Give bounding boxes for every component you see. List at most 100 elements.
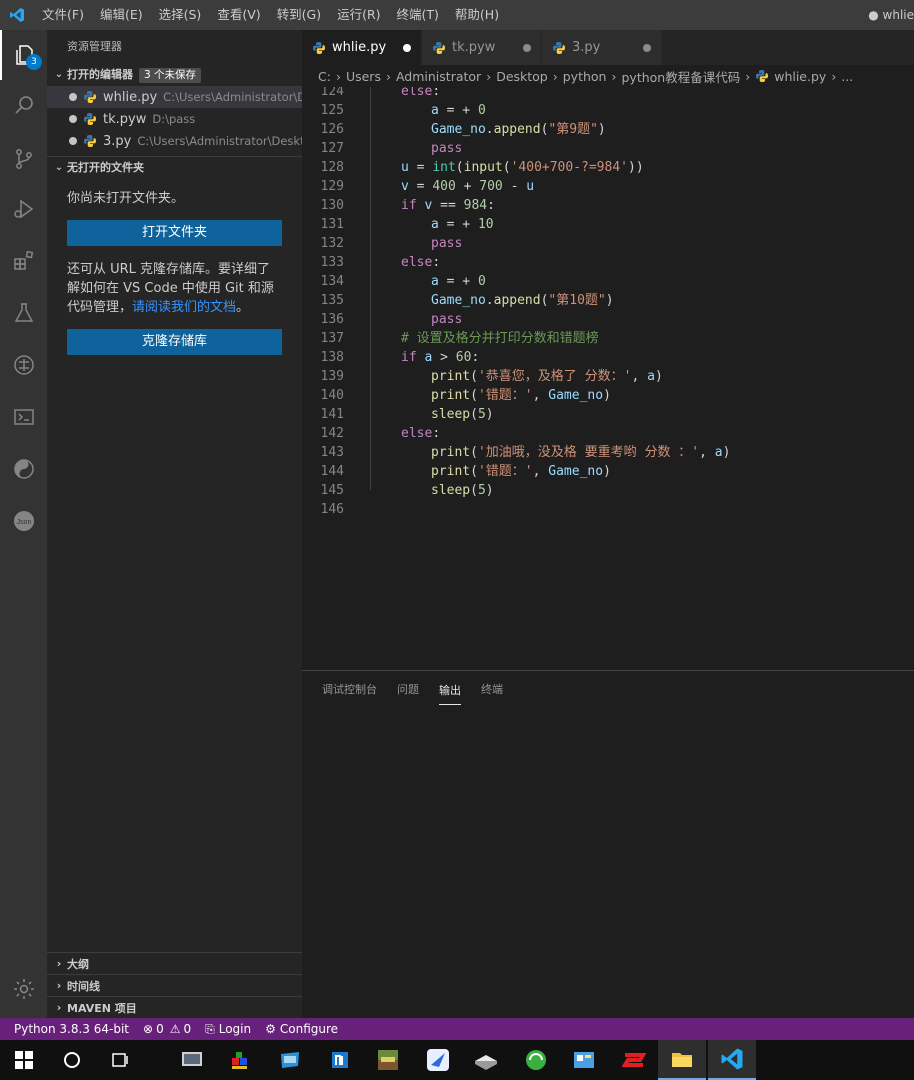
app-control-panel-icon[interactable] (560, 1040, 608, 1080)
python-interpreter[interactable]: Python 3.8.3 64-bit (14, 1022, 129, 1036)
breadcrumb-item[interactable]: ... (841, 69, 853, 84)
code-text: print('加油哦，没及格 要重考哟 分数 ：', a) (431, 445, 731, 460)
code-text: pass (431, 312, 463, 327)
windows-start-icon[interactable] (0, 1040, 48, 1080)
run-debug-icon[interactable] (0, 184, 47, 234)
unsaved-dot-icon[interactable] (69, 137, 77, 145)
code-line: 125 a = + 0 (302, 101, 914, 120)
testing-icon[interactable] (0, 288, 47, 338)
clone-repository-button[interactable]: 克隆存储库 (67, 329, 282, 355)
menu-item[interactable]: 文件(F) (34, 0, 92, 30)
tab-label: tk.pyw (452, 40, 496, 55)
minecraft-icon[interactable] (364, 1040, 412, 1080)
line-number: 137 (320, 331, 344, 346)
panel-tab[interactable]: 调试控制台 (322, 671, 377, 706)
app-red-s-icon[interactable] (610, 1040, 658, 1080)
tab-3-py[interactable]: 3.py (542, 30, 662, 65)
menu-item[interactable]: 帮助(H) (447, 0, 507, 30)
chevron-right-icon: › (745, 68, 751, 84)
no-folder-header[interactable]: ⌄ 无打开的文件夹 (47, 157, 302, 179)
unsaved-dot-icon[interactable] (69, 93, 77, 101)
unsaved-dot-icon[interactable] (69, 115, 77, 123)
search-circle-icon[interactable] (48, 1040, 96, 1080)
code-line: 143 print('加油哦，没及格 要重考哟 分数 ：', a) (302, 443, 914, 462)
menu-item[interactable]: 查看(V) (209, 0, 268, 30)
breadcrumb-item[interactable]: python教程备课代码 (621, 67, 740, 86)
app-green-circle-icon[interactable] (512, 1040, 560, 1080)
python-file-icon (552, 41, 566, 55)
configure-item[interactable]: ⚙ Configure (265, 1022, 338, 1036)
read-docs-link[interactable]: 请阅读我们的文档 (132, 300, 236, 315)
timeline-section[interactable]: › 时间线 (47, 974, 302, 996)
source-control-icon[interactable] (0, 134, 47, 184)
remote-icon[interactable] (0, 340, 47, 390)
chevron-right-icon: › (486, 68, 492, 84)
login-item[interactable]: ⎘ Login (205, 1022, 251, 1037)
code-line: 136 pass (302, 310, 914, 329)
vscode-taskbar-icon[interactable] (708, 1040, 756, 1080)
chevron-down-icon: ⌄ (54, 162, 64, 173)
open-editor-item[interactable]: 3.py C:\Users\Administrator\Deskto... (47, 130, 302, 152)
unsaved-badge: 3 个未保存 (139, 67, 202, 83)
open-editor-item[interactable]: whlie.py C:\Users\Administrator\De... (47, 86, 302, 108)
breadcrumb-item[interactable]: C: (318, 69, 331, 84)
app-monitor-icon[interactable] (168, 1040, 216, 1080)
panel-tab[interactable]: 问题 (397, 671, 419, 706)
outline-section[interactable]: › 大纲 (47, 952, 302, 974)
code-text: v = 400 + 700 - u (401, 179, 535, 194)
menu-item[interactable]: 终端(T) (389, 0, 447, 30)
file-explorer-icon[interactable] (658, 1040, 706, 1080)
app-book-icon[interactable] (462, 1040, 510, 1080)
terminal-icon[interactable] (0, 392, 47, 442)
app-n-icon[interactable] (316, 1040, 364, 1080)
python-file-icon (83, 112, 97, 126)
tab-tk-pyw[interactable]: tk.pyw (422, 30, 542, 65)
chevron-right-icon: › (335, 68, 341, 84)
menu-item[interactable]: 编辑(E) (92, 0, 151, 30)
menu-item[interactable]: 运行(R) (329, 0, 388, 30)
json-icon[interactable]: Json (0, 496, 47, 546)
breadcrumb-item[interactable]: Desktop (496, 69, 548, 84)
breadcrumb-item[interactable]: Administrator (396, 69, 481, 84)
status-bar: Python 3.8.3 64-bit ⊗ 0 ⚠ 0 ⎘ Login ⚙ Config… (0, 1018, 914, 1040)
tab-whlie-py[interactable]: whlie.py (302, 30, 422, 65)
chevron-right-icon: › (611, 68, 617, 84)
code-line: 126 Game_no.append("第9题") (302, 120, 914, 139)
unsaved-dot-icon[interactable] (403, 44, 411, 52)
open-editor-item[interactable]: tk.pyw D:\pass (47, 108, 302, 130)
explorer-icon[interactable]: 3 (0, 30, 47, 80)
app-feather-icon[interactable] (414, 1040, 462, 1080)
open-editors-header[interactable]: ⌄ 打开的编辑器 3 个未保存 (47, 64, 302, 86)
code-text: else: (401, 255, 441, 270)
window-title: ● whlie (868, 8, 914, 22)
settings-gear-icon[interactable] (0, 964, 47, 1014)
code-text: a = + 0 (431, 274, 486, 289)
line-number: 136 (320, 312, 344, 327)
app-window-icon[interactable] (266, 1040, 314, 1080)
yin-yang-icon[interactable] (0, 444, 47, 494)
unsaved-dot-icon[interactable] (643, 44, 651, 52)
code-editor[interactable]: 124 else: 125 a = + 0 126 Game_no.append("第9题… (302, 87, 914, 670)
app-blocks-icon[interactable] (216, 1040, 264, 1080)
chevron-right-icon: › (552, 68, 558, 84)
menu-item[interactable]: 转到(G) (269, 0, 329, 30)
panel-tab[interactable]: 输出 (439, 672, 461, 705)
task-view-icon[interactable] (96, 1040, 144, 1080)
code-line: 135 Game_no.append("第10题") (302, 291, 914, 310)
warning-icon: ⚠ (169, 1022, 181, 1036)
unsaved-dot-icon[interactable] (523, 44, 531, 52)
breadcrumb-item[interactable]: whlie.py (774, 69, 826, 84)
breadcrumb-item[interactable]: Users (346, 69, 381, 84)
code-line: 134 a = + 0 (302, 272, 914, 291)
code-text: if a > 60: (401, 350, 480, 365)
extensions-icon[interactable] (0, 236, 47, 286)
maven-section[interactable]: › MAVEN 项目 (47, 996, 302, 1018)
panel-tab[interactable]: 终端 (481, 671, 503, 706)
breadcrumb-item[interactable]: python (563, 69, 607, 84)
chevron-right-icon: › (56, 979, 62, 992)
problems-indicator[interactable]: ⊗ 0 ⚠ 0 (143, 1022, 191, 1036)
menu-item[interactable]: 选择(S) (151, 0, 210, 30)
code-line: 133 else: (302, 253, 914, 272)
open-folder-button[interactable]: 打开文件夹 (67, 220, 282, 246)
search-icon[interactable] (0, 80, 47, 130)
